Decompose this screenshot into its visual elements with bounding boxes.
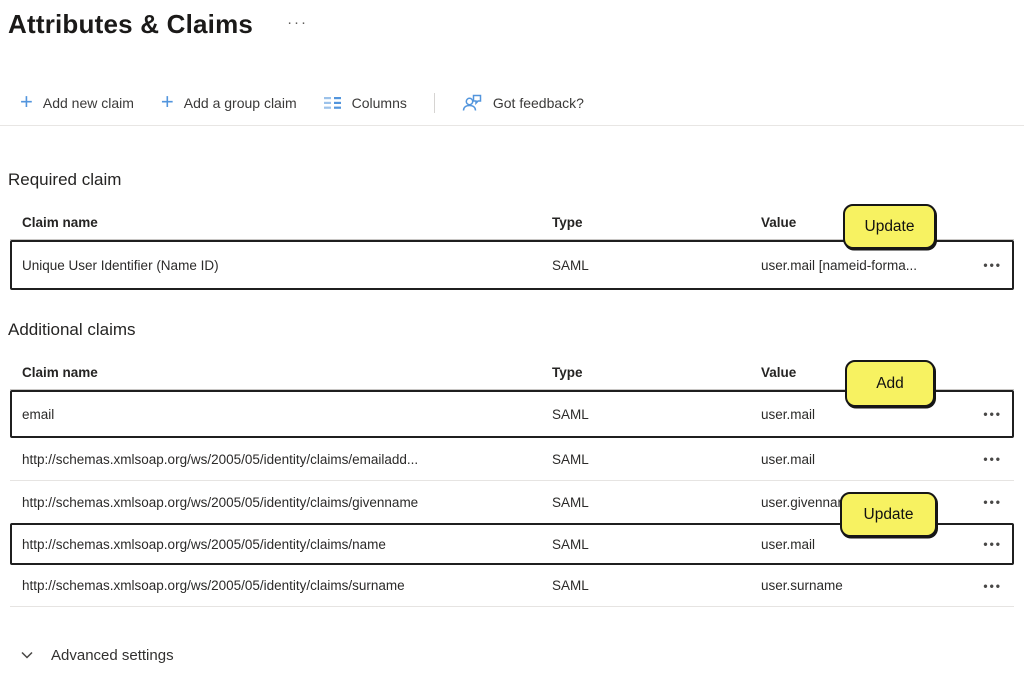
additional-claims-heading: Additional claims <box>8 320 1024 344</box>
attributes-and-claims-page: Attributes & Claims ··· + Add new claim … <box>0 0 1024 673</box>
row-context-menu-icon[interactable]: ••• <box>983 454 1002 464</box>
toolbar-separator <box>0 125 1024 126</box>
add-group-claim-label: Add a group claim <box>184 95 297 111</box>
advanced-settings-label: Advanced settings <box>51 647 174 664</box>
got-feedback-label: Got feedback? <box>493 95 584 111</box>
claim-name-cell: http://schemas.xmlsoap.org/ws/2005/05/id… <box>22 537 552 552</box>
claim-value-cell: user.mail <box>761 407 962 422</box>
page-title: Attributes & Claims <box>8 9 253 40</box>
annotation-callout-add-email: Add <box>845 360 935 407</box>
claim-name-cell: email <box>22 407 552 422</box>
column-header-claim-name: Claim name <box>22 365 552 380</box>
column-header-type: Type <box>552 365 761 380</box>
plus-icon: + <box>161 92 174 112</box>
toolbar-divider <box>434 93 435 113</box>
columns-button[interactable]: Columns <box>324 95 407 111</box>
chevron-down-icon <box>20 648 34 662</box>
claim-name-cell: http://schemas.xmlsoap.org/ws/2005/05/id… <box>22 452 552 467</box>
claim-type-cell: SAML <box>552 407 761 422</box>
claim-type-cell: SAML <box>552 495 761 510</box>
claim-value-cell: user.mail <box>761 537 962 552</box>
command-bar: + Add new claim + Add a group claim Colu… <box>20 88 1024 118</box>
row-context-menu-icon[interactable]: ••• <box>983 260 1002 270</box>
annotation-callout-update-name: Update <box>840 492 937 537</box>
advanced-settings-toggle[interactable]: Advanced settings <box>20 643 1024 667</box>
page-more-menu-icon[interactable]: ··· <box>287 14 308 31</box>
claim-value-cell: user.mail <box>761 452 962 467</box>
claim-name-cell: http://schemas.xmlsoap.org/ws/2005/05/id… <box>22 495 552 510</box>
plus-icon: + <box>20 92 33 112</box>
page-header: Attributes & Claims ··· <box>8 6 1024 42</box>
additional-claims-row-emailaddress[interactable]: http://schemas.xmlsoap.org/ws/2005/05/id… <box>10 438 1014 481</box>
row-context-menu-icon[interactable]: ••• <box>983 581 1002 591</box>
claim-type-cell: SAML <box>552 452 761 467</box>
column-header-type: Type <box>552 215 761 230</box>
add-new-claim-button[interactable]: + Add new claim <box>20 95 134 112</box>
row-context-menu-icon[interactable]: ••• <box>983 539 1002 549</box>
claim-name-cell: http://schemas.xmlsoap.org/ws/2005/05/id… <box>22 578 552 593</box>
row-context-menu-icon[interactable]: ••• <box>983 497 1002 507</box>
claim-type-cell: SAML <box>552 258 761 273</box>
feedback-person-chat-icon <box>462 93 483 113</box>
additional-claims-row-surname[interactable]: http://schemas.xmlsoap.org/ws/2005/05/id… <box>10 565 1014 607</box>
add-new-claim-label: Add new claim <box>43 95 134 111</box>
columns-label: Columns <box>352 95 407 111</box>
got-feedback-button[interactable]: Got feedback? <box>462 93 584 113</box>
columns-icon <box>324 96 342 110</box>
claim-name-cell: Unique User Identifier (Name ID) <box>22 258 552 273</box>
claim-type-cell: SAML <box>552 578 761 593</box>
annotation-callout-update-required: Update <box>843 204 936 249</box>
add-group-claim-button[interactable]: + Add a group claim <box>161 95 297 112</box>
row-context-menu-icon[interactable]: ••• <box>983 409 1002 419</box>
column-header-claim-name: Claim name <box>22 215 552 230</box>
claim-value-cell: user.surname <box>761 578 962 593</box>
claim-type-cell: SAML <box>552 537 761 552</box>
required-claim-heading: Required claim <box>8 170 1024 194</box>
claim-value-cell: user.mail [nameid-forma... <box>761 258 962 273</box>
